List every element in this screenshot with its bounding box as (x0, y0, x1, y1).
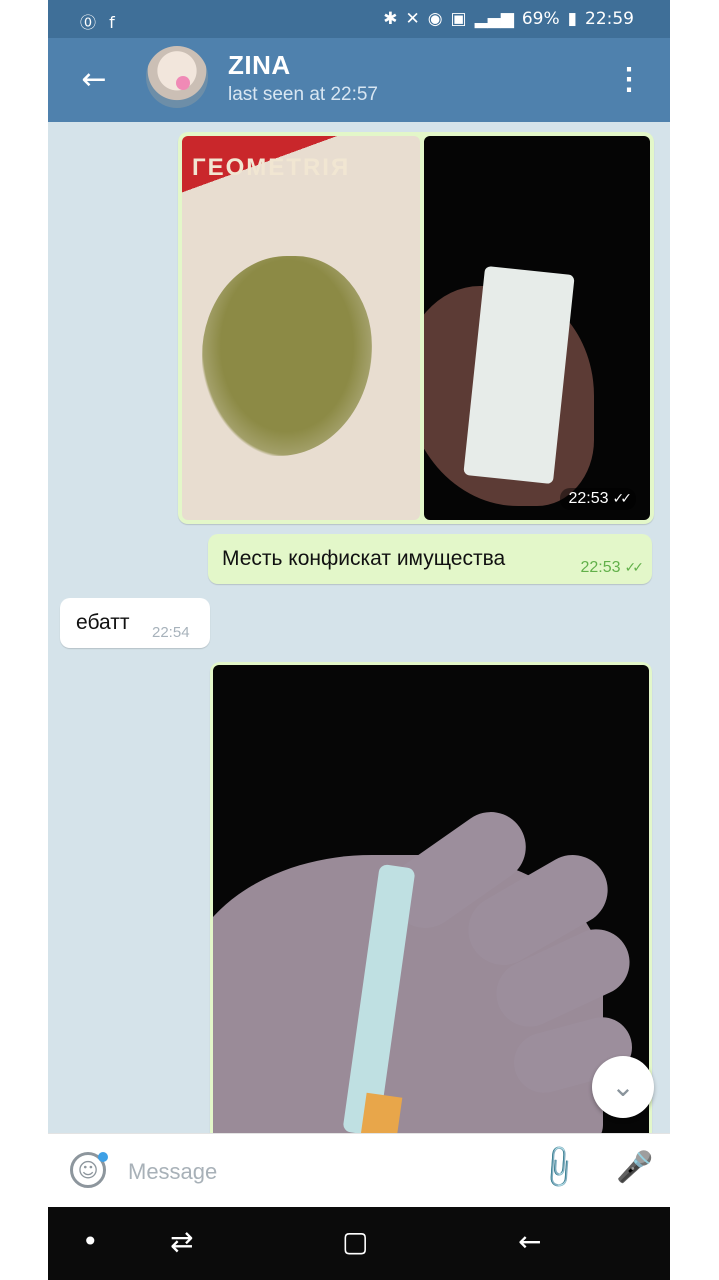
filter-tip-image (359, 1092, 403, 1133)
message-input[interactable] (126, 1152, 510, 1192)
read-check-icon: ✓✓ (612, 491, 633, 507)
photo-message[interactable] (210, 662, 652, 1133)
photo-hand-joint[interactable] (213, 665, 649, 1133)
last-seen-status: last seen at 22:57 (228, 84, 378, 105)
photo-paper-packet[interactable]: 22:53 ✓✓ (424, 136, 650, 520)
attach-icon[interactable]: 📎 (533, 1142, 584, 1193)
recent-apps-icon[interactable]: ⇄ (170, 1225, 193, 1258)
signal-icon: ▂▄▆ (474, 9, 514, 29)
mute-icon: ✕ (405, 9, 420, 29)
chat-header: ← ZINA last seen at 22:57 ⋮ (48, 38, 670, 122)
more-options-icon[interactable]: ⋮ (614, 60, 644, 100)
message-text: Месть конфискат имущества (222, 547, 506, 570)
outgoing-message[interactable]: Месть конфискат имущества 22:53 ✓✓ (208, 534, 652, 584)
nav-dot-icon[interactable]: • (82, 1225, 99, 1258)
notification-icons: ⓪ f (80, 13, 119, 32)
photo-album-message[interactable]: ГЕОМЕТRIЯ 22:53 ✓✓ (178, 132, 654, 524)
home-icon[interactable]: ▢ (342, 1225, 368, 1258)
book-title: ГЕОМЕТRIЯ (192, 154, 351, 181)
avatar[interactable] (146, 46, 208, 108)
nav-back-icon[interactable]: ← (518, 1225, 541, 1258)
chat-title[interactable]: ZINA (228, 50, 291, 81)
bluetooth-icon: ✱ (383, 9, 398, 29)
message-text: ебатт (76, 611, 130, 634)
microphone-icon[interactable]: 🎤 (616, 1150, 653, 1185)
notification-dot (98, 1152, 108, 1162)
read-check-icon: ✓✓ (624, 560, 645, 576)
message-time: 22:54 (152, 624, 190, 641)
scroll-down-button[interactable]: ⌄ (592, 1056, 654, 1118)
message-input-bar: ☺ 📎 🎤 (48, 1133, 670, 1208)
status-icons: ✱ ✕ ◉ ▣ ▂▄▆ 69% ▮ 22:59 (383, 9, 634, 29)
battery-percent: 69% (521, 9, 560, 29)
avatar-bubblegum-icon (176, 76, 190, 90)
message-list[interactable]: ГЕОМЕТRIЯ 22:53 ✓✓ Месть конфискат имущес… (48, 122, 670, 1133)
battery-icon: ▮ (567, 9, 577, 29)
album-time-badge: 22:53 ✓✓ (560, 488, 636, 510)
message-time: 22:53 ✓✓ (580, 559, 645, 576)
clock: 22:59 (585, 9, 634, 29)
sim-icon: ▣ (450, 9, 467, 29)
system-navigation-bar: • ⇄ ▢ ← (48, 1207, 670, 1280)
album-time: 22:53 (568, 490, 609, 507)
telegram-chat-screen: ⓪ f ✱ ✕ ◉ ▣ ▂▄▆ 69% ▮ 22:59 ← ZINA last … (48, 0, 670, 1280)
herb-pile-image (202, 256, 372, 456)
status-bar: ⓪ f ✱ ✕ ◉ ▣ ▂▄▆ 69% ▮ 22:59 (48, 0, 670, 38)
back-arrow-icon[interactable]: ← (74, 60, 114, 100)
incoming-message[interactable]: ебатт 22:54 (60, 598, 210, 648)
alarm-icon: ◉ (427, 9, 443, 29)
photo-geometry-book[interactable]: ГЕОМЕТRIЯ (182, 136, 420, 520)
